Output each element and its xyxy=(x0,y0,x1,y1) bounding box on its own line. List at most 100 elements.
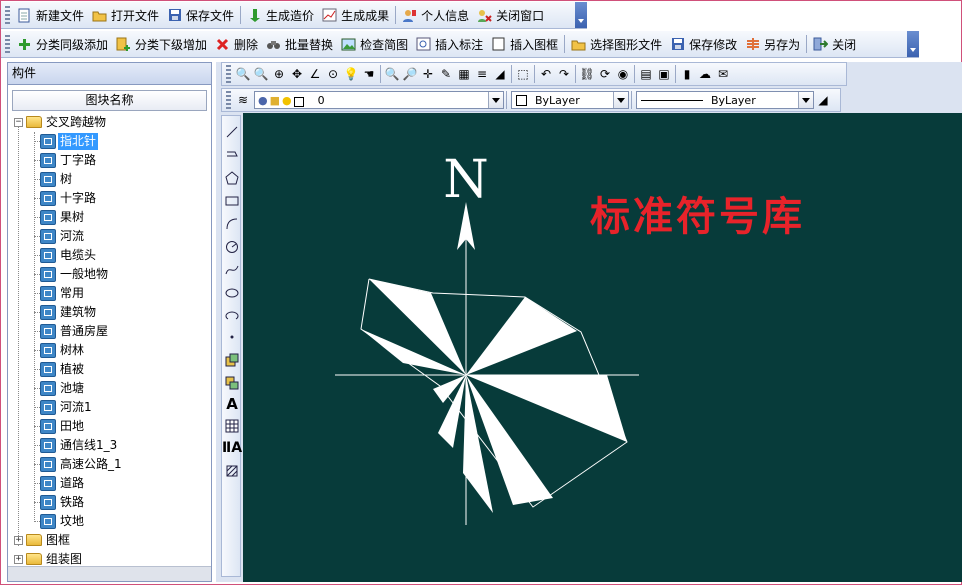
properties-icon[interactable]: ▦ xyxy=(456,66,472,82)
ellipse-icon[interactable] xyxy=(224,285,240,301)
point-icon[interactable] xyxy=(224,329,240,345)
table-icon[interactable] xyxy=(224,418,240,434)
pan-icon[interactable]: ✥ xyxy=(289,66,305,82)
expand-toggle[interactable]: + xyxy=(14,536,23,545)
tree-node-root[interactable]: + 图框 xyxy=(8,531,211,550)
refresh-icon[interactable]: ⟳ xyxy=(597,66,613,82)
block-name-column-header[interactable]: 图块名称 xyxy=(12,90,207,111)
generate-cost-button[interactable]: 生成造价 xyxy=(243,4,318,26)
insert-frame-button[interactable]: 插入图框 xyxy=(487,33,562,55)
toolbar-overflow-button[interactable] xyxy=(907,31,919,57)
make-block-icon[interactable] xyxy=(224,375,240,391)
save-file-button[interactable]: 保存文件 xyxy=(163,4,238,26)
zoom-realtime-icon[interactable]: 🔍 xyxy=(235,66,251,82)
cloud-icon[interactable]: ☁ xyxy=(697,66,713,82)
save-as-button[interactable]: 另存为 xyxy=(741,33,804,55)
save-changes-button[interactable]: 保存修改 xyxy=(666,33,741,55)
tree-node-block[interactable]: 十字路 xyxy=(8,189,211,208)
tree-node-block[interactable]: 道路 xyxy=(8,474,211,493)
check-sketch-button[interactable]: 检查简图 xyxy=(337,33,412,55)
zoom-extents-icon[interactable]: ⊙ xyxy=(325,66,341,82)
close-window-button[interactable]: 关闭窗口 xyxy=(473,4,548,26)
tree-node-block[interactable]: 树林 xyxy=(8,341,211,360)
toolbar-overflow-button[interactable] xyxy=(575,2,587,28)
tree-node-block[interactable]: 丁字路 xyxy=(8,151,211,170)
tree-node-block[interactable]: 高速公路_1 xyxy=(8,455,211,474)
tree-node-block[interactable]: 一般地物 xyxy=(8,265,211,284)
bookmark-icon[interactable]: ▮ xyxy=(679,66,695,82)
expand-toggle[interactable]: + xyxy=(14,555,23,564)
globe-icon[interactable]: ◉ xyxy=(615,66,631,82)
pencil-icon[interactable]: ✎ xyxy=(438,66,454,82)
spline-icon[interactable] xyxy=(224,262,240,278)
hatch-icon[interactable] xyxy=(224,463,240,479)
layer-select[interactable]: ● ■ ● 0 xyxy=(254,91,504,109)
tree-node-block[interactable]: 树 xyxy=(8,170,211,189)
drawing-canvas[interactable]: N 标准符号库 xyxy=(243,113,962,582)
pdf-icon[interactable]: ▤ xyxy=(638,66,654,82)
hand-icon[interactable]: ☚ xyxy=(361,66,377,82)
color-select[interactable]: ByLayer xyxy=(511,91,629,109)
undo-icon[interactable]: ↶ xyxy=(538,66,554,82)
dropdown-arrow-icon[interactable] xyxy=(613,92,628,108)
layer-manager-icon[interactable]: ≋ xyxy=(235,92,251,108)
tree-node-root[interactable]: − 交叉跨越物 xyxy=(8,113,211,132)
collapse-toggle[interactable]: − xyxy=(14,118,23,127)
dropdown-arrow-icon[interactable] xyxy=(798,92,813,108)
circle-icon[interactable] xyxy=(224,239,240,255)
select-graphic-file-button[interactable]: 选择图形文件 xyxy=(567,33,666,55)
generate-result-button[interactable]: 生成成果 xyxy=(318,4,393,26)
brush-icon[interactable]: ◢ xyxy=(492,66,508,82)
add-child-category-button[interactable]: 分类下级增加 xyxy=(112,33,211,55)
layers-icon[interactable]: ≡ xyxy=(474,66,490,82)
delete-button[interactable]: 删除 xyxy=(211,33,262,55)
dropdown-arrow-icon[interactable] xyxy=(488,92,503,108)
zoom-all-icon[interactable]: 🔎 xyxy=(402,66,418,82)
zoom-previous-icon[interactable]: 🔍 xyxy=(384,66,400,82)
close-button[interactable]: 关闭 xyxy=(809,33,860,55)
tree-node-block[interactable]: 常用 xyxy=(8,284,211,303)
tree-node-block[interactable]: 通信线1_3 xyxy=(8,436,211,455)
polyline-icon[interactable] xyxy=(224,147,240,163)
tree-node-block[interactable]: 果树 xyxy=(8,208,211,227)
toolbar-grip[interactable] xyxy=(5,34,10,54)
tree-node-block[interactable]: 池塘 xyxy=(8,379,211,398)
lineweight-icon[interactable]: ◢ xyxy=(815,92,831,108)
multiline-text-icon[interactable]: ⅡA xyxy=(222,440,242,456)
light-bulb-icon[interactable]: 💡 xyxy=(343,66,359,82)
tree-node-block[interactable]: 铁路 xyxy=(8,493,211,512)
arc-icon[interactable] xyxy=(224,216,240,232)
add-sibling-category-button[interactable]: 分类同级添加 xyxy=(13,33,112,55)
linetype-select[interactable]: ByLayer xyxy=(636,91,814,109)
insert-block-icon[interactable] xyxy=(224,352,240,368)
toolbar-grip[interactable] xyxy=(226,64,231,84)
new-file-button[interactable]: 新建文件 xyxy=(13,4,88,26)
tree-node-block[interactable]: 河流1 xyxy=(8,398,211,417)
ellipse-arc-icon[interactable] xyxy=(224,308,240,324)
tree-node-selected[interactable]: 指北针 xyxy=(8,132,211,151)
zoom-window-icon[interactable]: 🔍 xyxy=(253,66,269,82)
personal-info-button[interactable]: 个人信息 xyxy=(398,4,473,26)
batch-replace-button[interactable]: 批量替换 xyxy=(262,33,337,55)
image-export-icon[interactable]: ▣ xyxy=(656,66,672,82)
comment-icon[interactable]: ✉ xyxy=(715,66,731,82)
text-icon[interactable]: A xyxy=(224,396,240,412)
redo-icon[interactable]: ↷ xyxy=(556,66,572,82)
insert-annotation-button[interactable]: 插入标注 xyxy=(412,33,487,55)
select-icon[interactable]: ⬚ xyxy=(515,66,531,82)
tree-node-block[interactable]: 河流 xyxy=(8,227,211,246)
rectangle-icon[interactable] xyxy=(224,193,240,209)
tree-node-block[interactable]: 田地 xyxy=(8,417,211,436)
open-file-button[interactable]: 打开文件 xyxy=(88,4,163,26)
tree-node-block[interactable]: 坟地 xyxy=(8,512,211,531)
tree-node-block[interactable]: 植被 xyxy=(8,360,211,379)
polygon-icon[interactable] xyxy=(224,170,240,186)
chain-icon[interactable]: ⛓ xyxy=(579,66,595,82)
horizontal-scrollbar[interactable] xyxy=(8,566,211,581)
zoom-in-icon[interactable]: ⊕ xyxy=(271,66,287,82)
toolbar-grip[interactable] xyxy=(5,5,10,25)
toolbar-grip[interactable] xyxy=(226,90,231,110)
move-icon[interactable]: ✛ xyxy=(420,66,436,82)
angle-icon[interactable]: ∠ xyxy=(307,66,323,82)
tree-node-block[interactable]: 电缆头 xyxy=(8,246,211,265)
